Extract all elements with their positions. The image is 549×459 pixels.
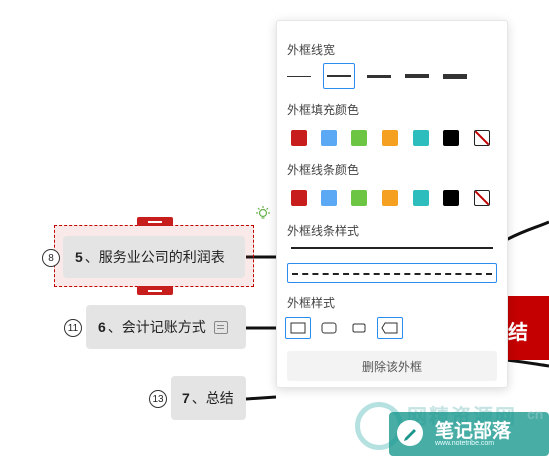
border-width-option-4[interactable] xyxy=(401,63,433,89)
node-label: 会计记账方式 xyxy=(121,319,206,335)
line-style-title: 外框线条样式 xyxy=(287,224,360,238)
node-separator: 、 xyxy=(191,390,206,406)
mindmap-node[interactable]: 7、总结 xyxy=(171,376,246,420)
border-width-option-5[interactable] xyxy=(439,63,471,89)
watermark-url: www.notetribe.com xyxy=(435,440,495,447)
cut-corner-shape-icon xyxy=(381,322,398,334)
fill-color-none-icon[interactable] xyxy=(474,130,490,146)
border-width-title: 外框线宽 xyxy=(287,43,336,57)
line-style-solid[interactable] xyxy=(287,238,497,258)
line-color-orange[interactable] xyxy=(382,190,398,206)
watermark: 网精资源网 笔记部落 www.notetribe.com cn xyxy=(355,400,549,459)
line-color-teal[interactable] xyxy=(413,190,429,206)
node-number: 5 xyxy=(75,249,83,265)
shape-rounded-option[interactable] xyxy=(316,317,342,339)
lightbulb-icon[interactable] xyxy=(255,206,271,222)
rect-shape-icon xyxy=(290,322,306,334)
fill-color-teal[interactable] xyxy=(413,130,429,146)
mindmap-node[interactable]: 6、会计记账方式 xyxy=(86,305,246,349)
line-color-red[interactable] xyxy=(291,190,307,206)
fill-color-black[interactable] xyxy=(443,130,459,146)
node-index-badge: 13 xyxy=(149,390,167,408)
rounded-rect-shape-icon xyxy=(321,322,337,334)
fill-color-blue[interactable] xyxy=(321,130,337,146)
border-width-option-3[interactable] xyxy=(363,63,395,89)
mindmap-node[interactable]: 5、服务业公司的利润表 xyxy=(63,236,245,278)
delete-frame-button[interactable]: 删除该外框 xyxy=(287,351,497,381)
small-rounded-shape-icon xyxy=(352,323,366,333)
frame-settings-panel: 外框线宽 外框填充颜色 外框线条颜色 外框线条样式 外框样式 删除该外框 xyxy=(276,20,508,388)
central-topic-label: 结 xyxy=(508,322,528,344)
frame-bottom-handle[interactable] xyxy=(137,286,173,295)
node-separator: 、 xyxy=(84,249,99,265)
line-color-green[interactable] xyxy=(351,190,367,206)
shape-title: 外框样式 xyxy=(287,296,336,310)
node-number: 7 xyxy=(182,390,190,406)
node-label: 服务业公司的利润表 xyxy=(98,249,225,265)
line-color-none-icon[interactable] xyxy=(474,190,490,206)
border-width-option-2[interactable] xyxy=(323,63,355,89)
node-label: 总结 xyxy=(205,390,234,406)
fill-color-title: 外框填充颜色 xyxy=(287,103,360,117)
shape-small-rounded-option[interactable] xyxy=(346,317,372,339)
shape-rect-option[interactable] xyxy=(285,317,311,339)
central-topic-node[interactable]: 结 xyxy=(504,296,549,360)
line-color-black[interactable] xyxy=(443,190,459,206)
line-style-dashed[interactable] xyxy=(287,263,497,283)
fill-color-red[interactable] xyxy=(291,130,307,146)
node-index-badge: 11 xyxy=(64,319,82,337)
fill-color-orange[interactable] xyxy=(382,130,398,146)
shape-cut-corner-option[interactable] xyxy=(377,317,403,339)
node-separator: 、 xyxy=(107,319,122,335)
node-number: 6 xyxy=(98,319,106,335)
watermark-faint-url: cn xyxy=(527,406,544,422)
node-index-badge: 8 xyxy=(42,249,60,267)
pen-icon xyxy=(397,420,423,446)
line-color-title: 外框线条颜色 xyxy=(287,163,360,177)
frame-top-handle[interactable] xyxy=(137,217,173,226)
note-icon[interactable] xyxy=(213,320,228,334)
watermark-text: 笔记部落 xyxy=(435,421,512,442)
fill-color-green[interactable] xyxy=(351,130,367,146)
line-color-blue[interactable] xyxy=(321,190,337,206)
border-width-option-1[interactable] xyxy=(283,63,315,89)
